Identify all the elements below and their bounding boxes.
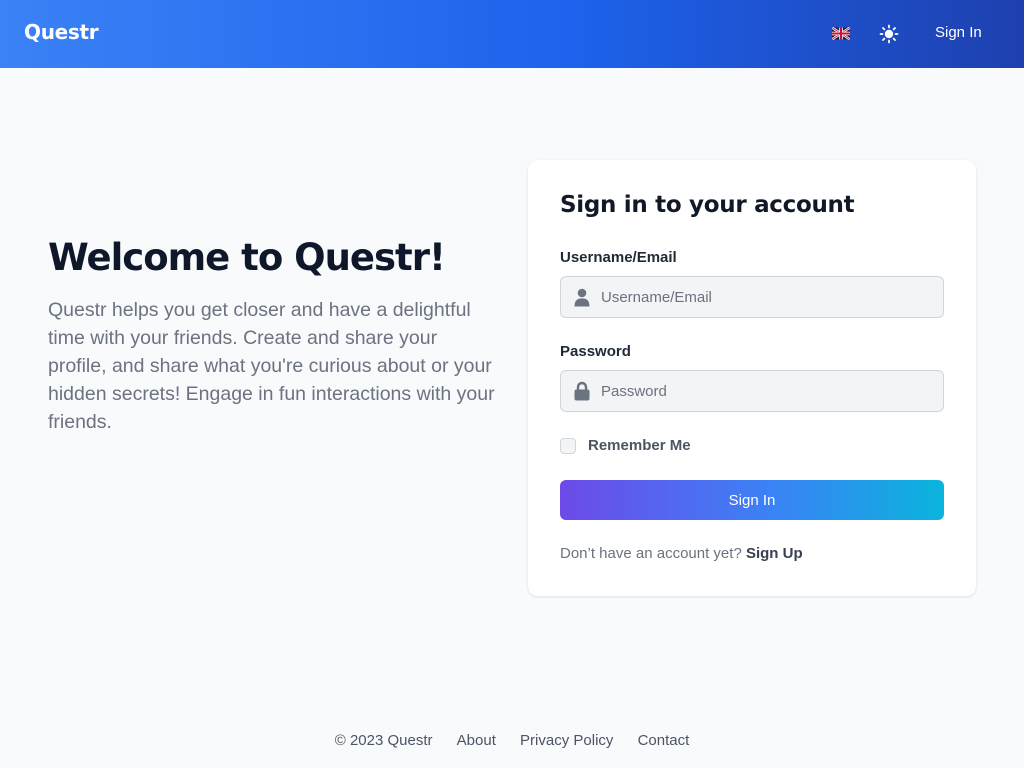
header-signin-link[interactable]: Sign In xyxy=(935,24,982,41)
sun-icon[interactable] xyxy=(879,24,899,44)
top-navbar: Questr Sign In xyxy=(0,0,1024,68)
remember-me-checkbox[interactable] xyxy=(560,438,576,454)
login-card: Sign in to your account Username/Email P… xyxy=(528,160,976,596)
username-label: Username/Email xyxy=(560,249,677,266)
signup-prompt: Don’t have an account yet? Sign Up xyxy=(560,545,803,562)
user-icon xyxy=(572,287,592,307)
login-title: Sign in to your account xyxy=(560,192,855,218)
remember-me-label[interactable]: Remember Me xyxy=(588,437,691,454)
password-label: Password xyxy=(560,343,631,360)
footer-copyright: © 2023 Questr xyxy=(334,732,433,749)
brand-logo[interactable]: Questr xyxy=(24,20,99,44)
hero-description: Questr helps you get closer and have a d… xyxy=(48,299,495,433)
username-field-wrapper xyxy=(560,276,944,318)
password-input[interactable] xyxy=(601,371,937,411)
footer: © 2023 Questr About Privacy Policy Conta… xyxy=(0,732,1024,749)
lock-icon xyxy=(572,381,592,401)
password-field-wrapper xyxy=(560,370,944,412)
uk-flag-icon[interactable] xyxy=(831,26,851,41)
hero-title: Welcome to Questr! xyxy=(48,236,446,279)
signup-link[interactable]: Sign Up xyxy=(746,545,803,562)
signin-button[interactable]: Sign In xyxy=(560,480,944,520)
footer-link-privacy-policy[interactable]: Privacy Policy xyxy=(520,732,613,749)
footer-link-contact[interactable]: Contact xyxy=(638,732,690,749)
signup-prompt-text: Don’t have an account yet? xyxy=(560,545,742,562)
username-input[interactable] xyxy=(601,277,937,317)
footer-link-about[interactable]: About xyxy=(457,732,496,749)
